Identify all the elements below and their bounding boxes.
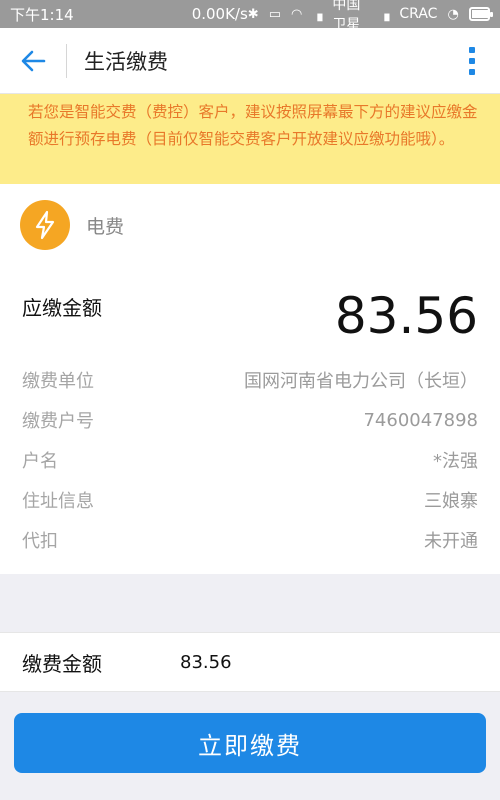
info-value: 三娘寨	[424, 491, 478, 512]
payment-amount-input[interactable]	[180, 651, 380, 673]
info-row-address: 住址信息 三娘寨	[22, 480, 478, 520]
fee-type: 电费	[0, 184, 500, 266]
info-value: 未开通	[424, 531, 478, 552]
battery-icon	[468, 7, 494, 21]
pay-now-button[interactable]: 立即缴费	[14, 713, 486, 773]
back-arrow-icon	[21, 50, 46, 71]
info-label: 户名	[22, 451, 58, 472]
payment-amount-label: 缴费金额	[22, 651, 102, 676]
carrier-name-2: CRAC	[399, 6, 438, 22]
status-time: 下午1:14	[10, 5, 74, 24]
network-speed: 0.00K/s	[191, 5, 248, 23]
notice-banner: 若您是智能交费（费控）客户，建议按照屏幕最下方的建议应缴金额进行预存电费（目前仅…	[0, 94, 500, 184]
more-menu-button[interactable]	[444, 28, 500, 94]
bill-info-list: 缴费单位 国网河南省电力公司（长垣） 缴费户号 7460047898 户名 *法…	[0, 354, 500, 574]
page-title: 生活缴费	[84, 49, 168, 74]
info-row-payee: 缴费单位 国网河南省电力公司（长垣）	[22, 360, 478, 400]
info-value: *法强	[433, 451, 478, 472]
lightning-bolt-icon	[20, 200, 70, 250]
info-value: 国网河南省电力公司（长垣）	[244, 371, 478, 392]
info-row-account-name: 户名 *法强	[22, 440, 478, 480]
info-label: 缴费单位	[22, 371, 94, 392]
signal-icon: ▗	[379, 6, 390, 22]
payment-amount-row: 缴费金额	[0, 632, 500, 692]
info-label: 住址信息	[22, 491, 94, 512]
signal-icon: ▗	[312, 6, 323, 22]
amount-due-label: 应缴金额	[22, 296, 102, 320]
more-dot-icon	[469, 46, 475, 53]
info-row-auto-debit: 代扣 未开通	[22, 520, 478, 560]
wifi-icon: ◠	[291, 6, 303, 22]
fee-type-label: 电费	[86, 215, 125, 238]
rotation-lock-icon: ◔	[447, 6, 459, 22]
vibrate-icon: ▭	[268, 6, 281, 22]
amount-due-row: 应缴金额 83.56	[0, 266, 500, 354]
status-icons: ✱ ▭ ◠ ▗ 中国卫星 ▗ CRAC ◔	[247, 0, 494, 34]
more-dot-icon	[469, 68, 475, 75]
amount-due-value: 83.56	[334, 287, 478, 345]
app-bar: 生活缴费	[0, 28, 500, 94]
bluetooth-icon: ✱	[247, 6, 259, 22]
info-value: 7460047898	[363, 409, 478, 431]
carrier-name-1: 中国卫星	[332, 0, 361, 33]
info-label: 缴费户号	[22, 411, 94, 432]
status-bar: 下午1:14 0.00K/s ✱ ▭ ◠ ▗ 中国卫星 ▗ CRAC ◔	[0, 0, 500, 33]
back-button[interactable]	[0, 28, 66, 94]
more-dot-icon	[469, 57, 475, 64]
bill-card: 电费 应缴金额 83.56 缴费单位 国网河南省电力公司（长垣） 缴费户号 74…	[0, 184, 500, 574]
info-row-account: 缴费户号 7460047898	[22, 400, 478, 440]
info-label: 代扣	[22, 531, 58, 552]
header-divider	[66, 43, 67, 78]
